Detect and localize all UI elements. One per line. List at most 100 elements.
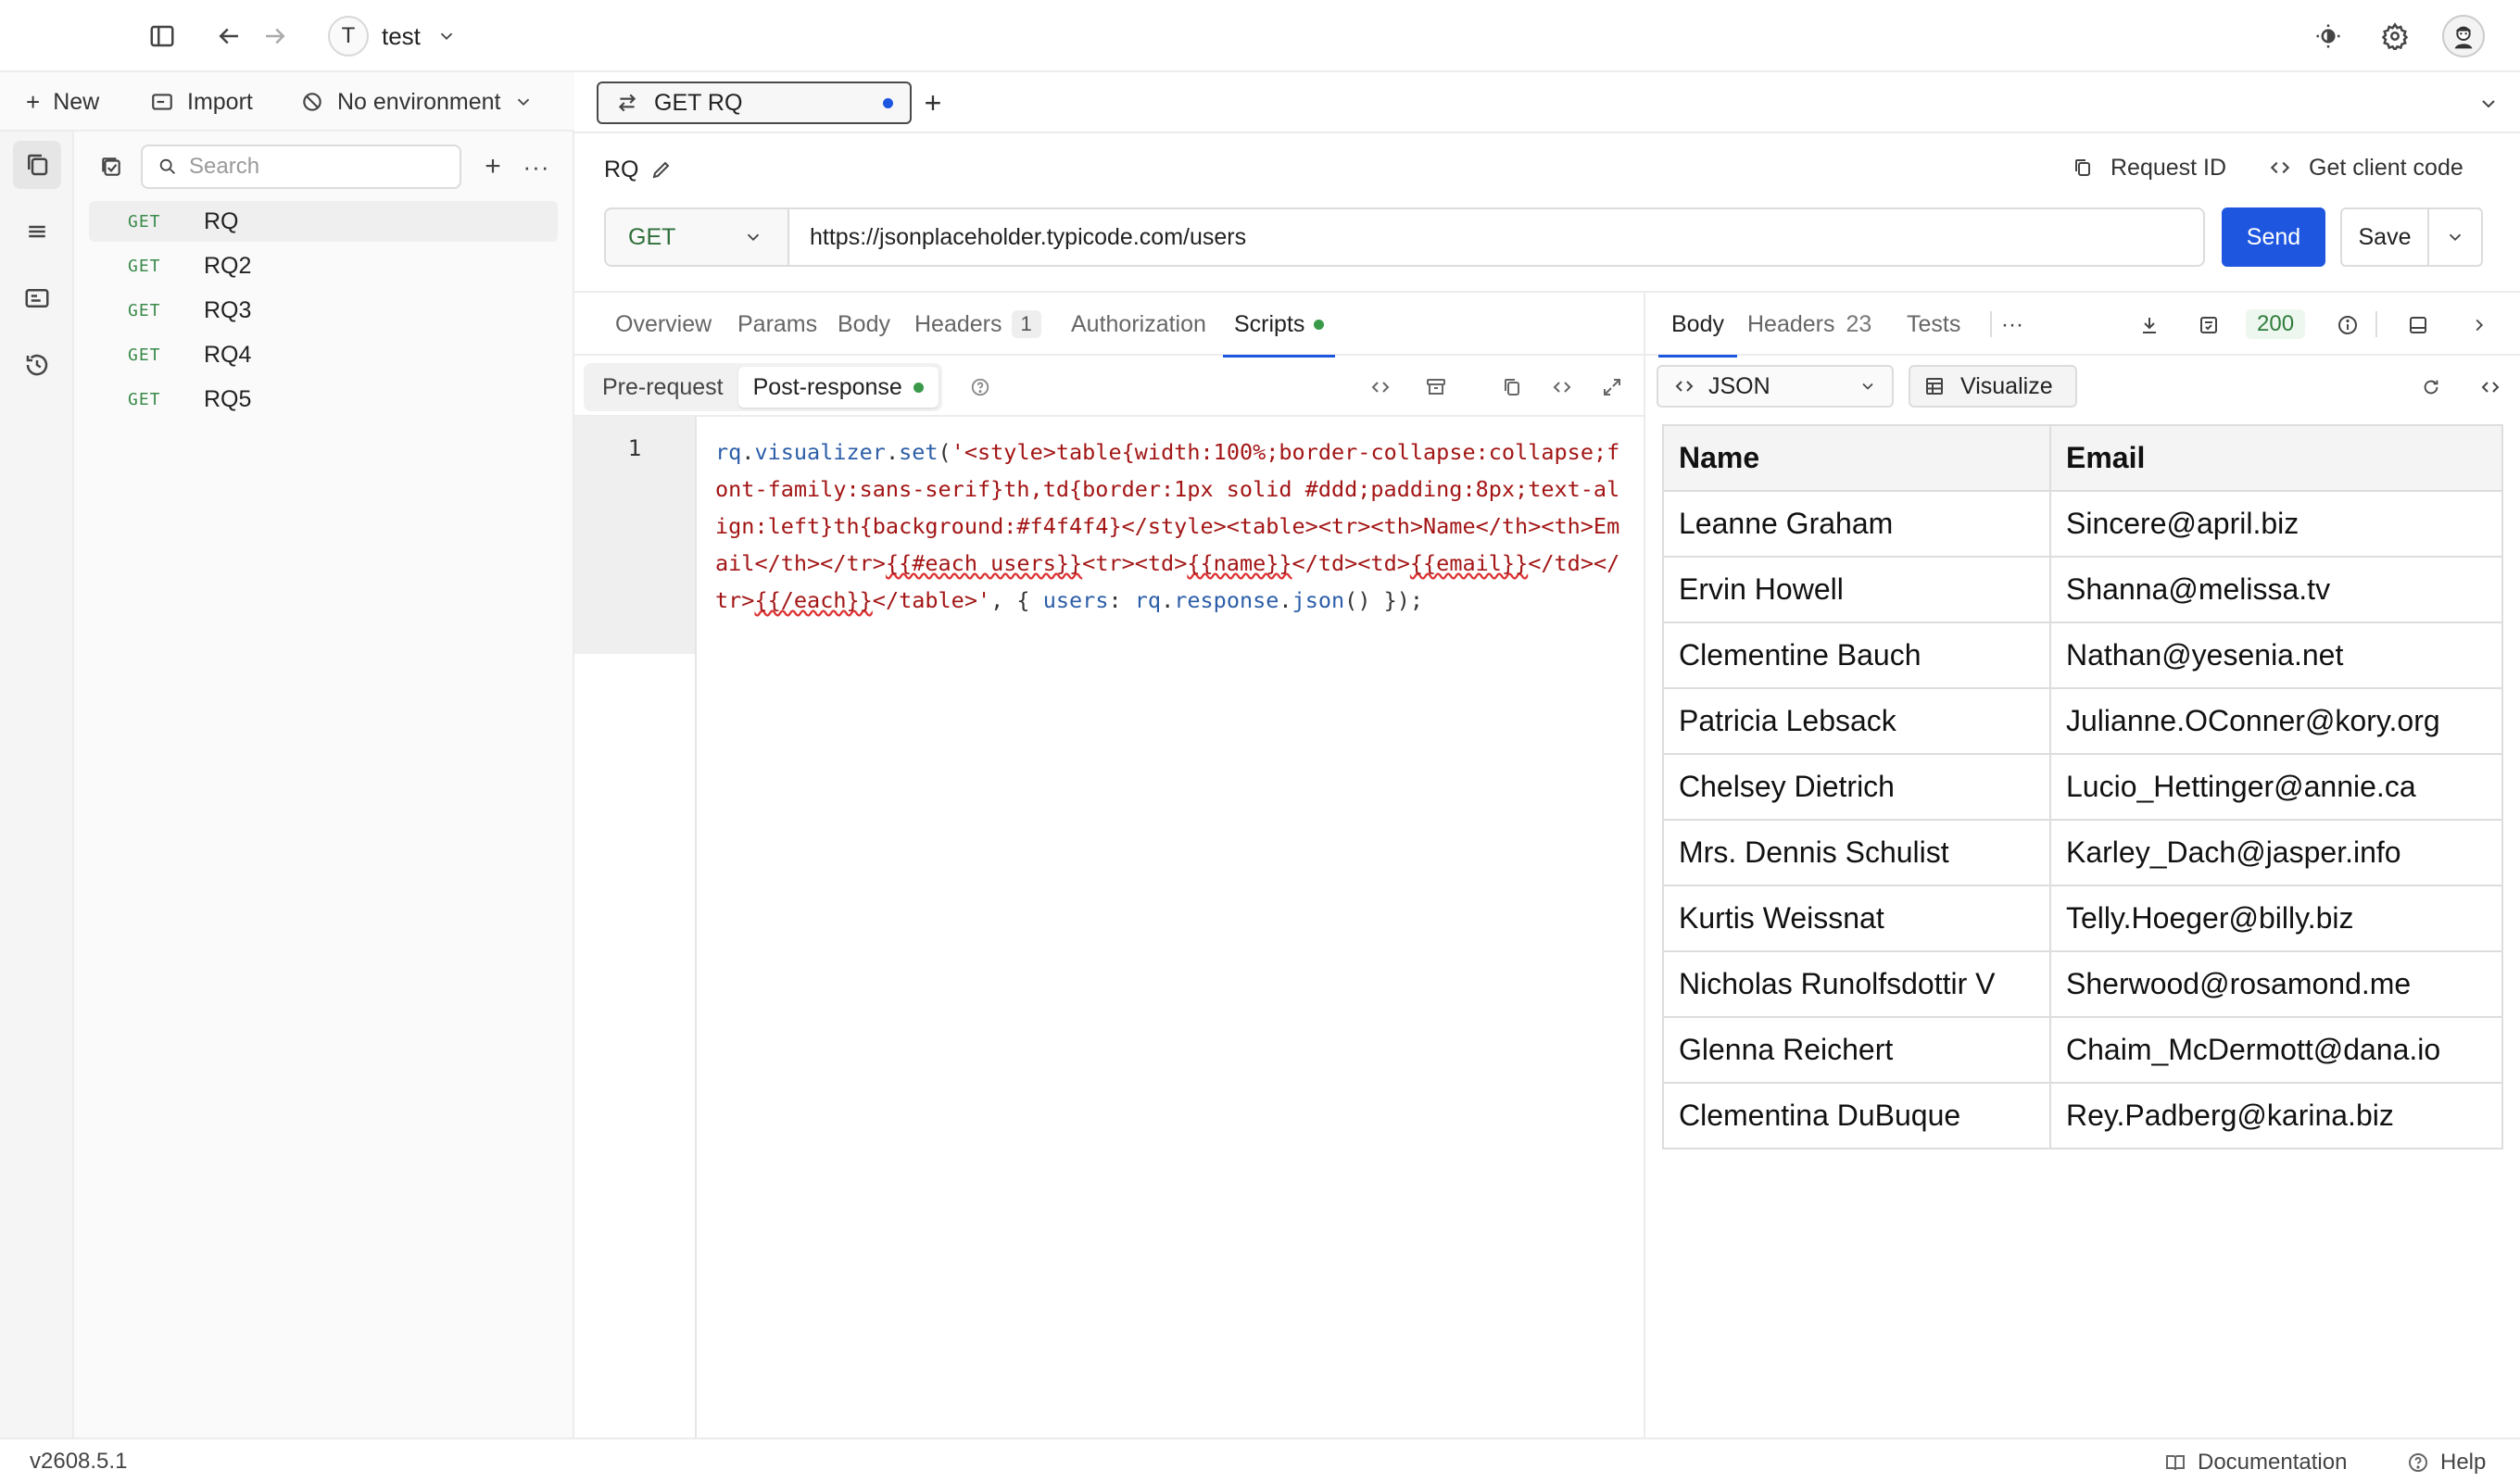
request-id-label: Request ID <box>2110 154 2227 181</box>
cell-name: Kurtis Weissnat <box>1662 885 2051 952</box>
download-icon[interactable] <box>2135 310 2164 340</box>
status-bar: v2608.5.1 Documentation Help <box>0 1438 2520 1482</box>
tab-post-response[interactable]: Post-response <box>737 367 939 408</box>
format-code-icon[interactable] <box>1547 372 1577 402</box>
app-version: v2608.5.1 <box>30 1449 128 1474</box>
help-circle-icon[interactable] <box>967 374 993 400</box>
new-tab-plus-icon[interactable]: + <box>910 80 956 126</box>
column-header-email: Email <box>2049 424 2503 492</box>
tab-get-rq[interactable]: GET RQ <box>597 82 912 124</box>
tab-overview[interactable]: Overview <box>615 293 712 356</box>
tab-pre-request[interactable]: Pre-request <box>587 367 738 408</box>
environment-label: No environment <box>337 88 501 115</box>
history-icon[interactable] <box>13 341 61 389</box>
refresh-icon[interactable] <box>2416 372 2446 402</box>
tab-params[interactable]: Params <box>737 293 817 356</box>
top-bar: T test <box>0 0 2520 72</box>
sidebar-request-item[interactable]: GET RQ2 <box>89 245 558 286</box>
cell-name: Leanne Graham <box>1662 490 2051 558</box>
workspace-avatar[interactable]: T <box>328 16 369 57</box>
sidebar-toggle-icon[interactable] <box>146 20 178 52</box>
chevron-down-icon <box>747 233 760 242</box>
code-token: rq <box>1134 587 1162 613</box>
tab-headers[interactable]: Headers 1 <box>914 293 1041 356</box>
layout-panel-icon[interactable] <box>2403 310 2433 340</box>
add-request-plus-icon[interactable]: + <box>478 151 508 182</box>
view-source-code-icon[interactable] <box>2476 372 2505 402</box>
tab-authorization[interactable]: Authorization <box>1071 293 1206 356</box>
new-button[interactable]: + New <box>26 72 99 132</box>
help-link[interactable]: Help <box>2407 1449 2486 1476</box>
theme-toggle-icon[interactable] <box>2312 20 2344 52</box>
copy-script-icon[interactable] <box>1497 372 1527 402</box>
archive-icon[interactable] <box>1421 372 1451 402</box>
script-editor[interactable]: 1 rq.visualizer.set('<style>table{width:… <box>574 417 1644 1438</box>
sidebar-request-item[interactable]: GET RQ <box>89 201 558 242</box>
sidebar-request-item[interactable]: GET RQ4 <box>89 334 558 375</box>
response-more-icon[interactable]: ··· <box>1997 310 2027 340</box>
request-title[interactable]: RQ <box>604 156 673 183</box>
help-circle-icon <box>2409 1453 2427 1472</box>
history-save-icon[interactable] <box>2194 310 2224 340</box>
format-value: JSON <box>1708 372 1770 399</box>
code-token: () }); <box>1344 587 1424 613</box>
sidebar-request-item[interactable]: GET RQ5 <box>89 379 558 420</box>
table-row: Clementine Bauch Nathan@yesenia.net <box>1662 622 2503 689</box>
column-header-name: Name <box>1662 424 2051 492</box>
tab-scripts[interactable]: Scripts <box>1222 293 1336 358</box>
tab-divider <box>2375 311 2377 337</box>
workspace-name[interactable]: test <box>382 20 421 52</box>
response-toolbar: JSON Visualize <box>1645 358 2520 417</box>
url-input[interactable]: https://jsonplaceholder.typicode.com/use… <box>788 207 2205 267</box>
response-tab-body[interactable]: Body <box>1658 293 1737 358</box>
table-header-row: Name Email <box>1662 424 2503 492</box>
forward-arrow-icon[interactable] <box>259 20 291 52</box>
sidebar-more-icon[interactable]: ··· <box>521 152 552 182</box>
response-tab-tests[interactable]: Tests <box>1907 293 1960 356</box>
snippets-code-icon[interactable] <box>1366 372 1395 402</box>
expand-icon[interactable] <box>1597 372 1627 402</box>
line-number: 1 <box>627 435 642 461</box>
get-client-code-button[interactable]: Get client code <box>2268 154 2463 182</box>
request-name: RQ3 <box>204 296 252 323</box>
mock-server-icon[interactable] <box>13 274 61 322</box>
save-options-chevron-down-icon[interactable] <box>2429 223 2481 251</box>
pencil-icon[interactable] <box>650 156 673 183</box>
user-avatar[interactable] <box>2442 15 2485 57</box>
table-row: Ervin Howell Shanna@melissa.tv <box>1662 556 2503 623</box>
cell-email: Rey.Padberg@karina.biz <box>2049 1082 2503 1149</box>
code-content[interactable]: rq.visualizer.set('<style>table{width:10… <box>715 433 1632 619</box>
code-token: rq <box>715 439 742 465</box>
response-format-select[interactable]: JSON <box>1657 365 1894 408</box>
sidebar-request-item[interactable]: GET RQ3 <box>89 290 558 331</box>
workspace-chevron-down-icon[interactable] <box>434 22 460 50</box>
cell-name: Ervin Howell <box>1662 556 2051 623</box>
collections-icon[interactable] <box>13 141 61 189</box>
documentation-link[interactable]: Documentation <box>2164 1449 2347 1476</box>
tab-body[interactable]: Body <box>838 293 890 356</box>
import-button[interactable]: Import <box>150 72 253 132</box>
search-input[interactable] <box>189 154 430 180</box>
code-icon <box>1675 381 1694 392</box>
back-arrow-icon[interactable] <box>213 20 245 52</box>
visualize-toggle[interactable]: Visualize <box>1909 365 2077 408</box>
collection-checklist-icon[interactable] <box>96 152 126 182</box>
environments-icon[interactable] <box>13 207 61 256</box>
request-title-text: RQ <box>604 156 639 182</box>
tabs-chevron-down-icon[interactable] <box>2474 89 2503 119</box>
request-id-button[interactable]: Request ID <box>2072 154 2226 182</box>
settings-gear-icon[interactable] <box>2379 20 2411 52</box>
sidebar-search[interactable] <box>141 144 461 189</box>
code-token: visualizer <box>754 439 886 465</box>
environment-select[interactable]: No environment <box>300 72 534 132</box>
send-button[interactable]: Send <box>2222 207 2325 267</box>
cell-name: Glenna Reichert <box>1662 1016 2051 1084</box>
request-tab-strip: GET RQ + <box>574 72 2520 133</box>
script-sub-tabs: Pre-request Post-response <box>574 358 1644 417</box>
save-button[interactable]: Save <box>2342 209 2429 265</box>
response-tab-headers[interactable]: Headers 23 <box>1747 293 1871 356</box>
info-icon[interactable] <box>2333 310 2362 340</box>
code-token: : <box>1108 587 1135 613</box>
chevron-right-icon[interactable] <box>2464 310 2494 340</box>
method-select[interactable]: GET <box>604 207 789 267</box>
